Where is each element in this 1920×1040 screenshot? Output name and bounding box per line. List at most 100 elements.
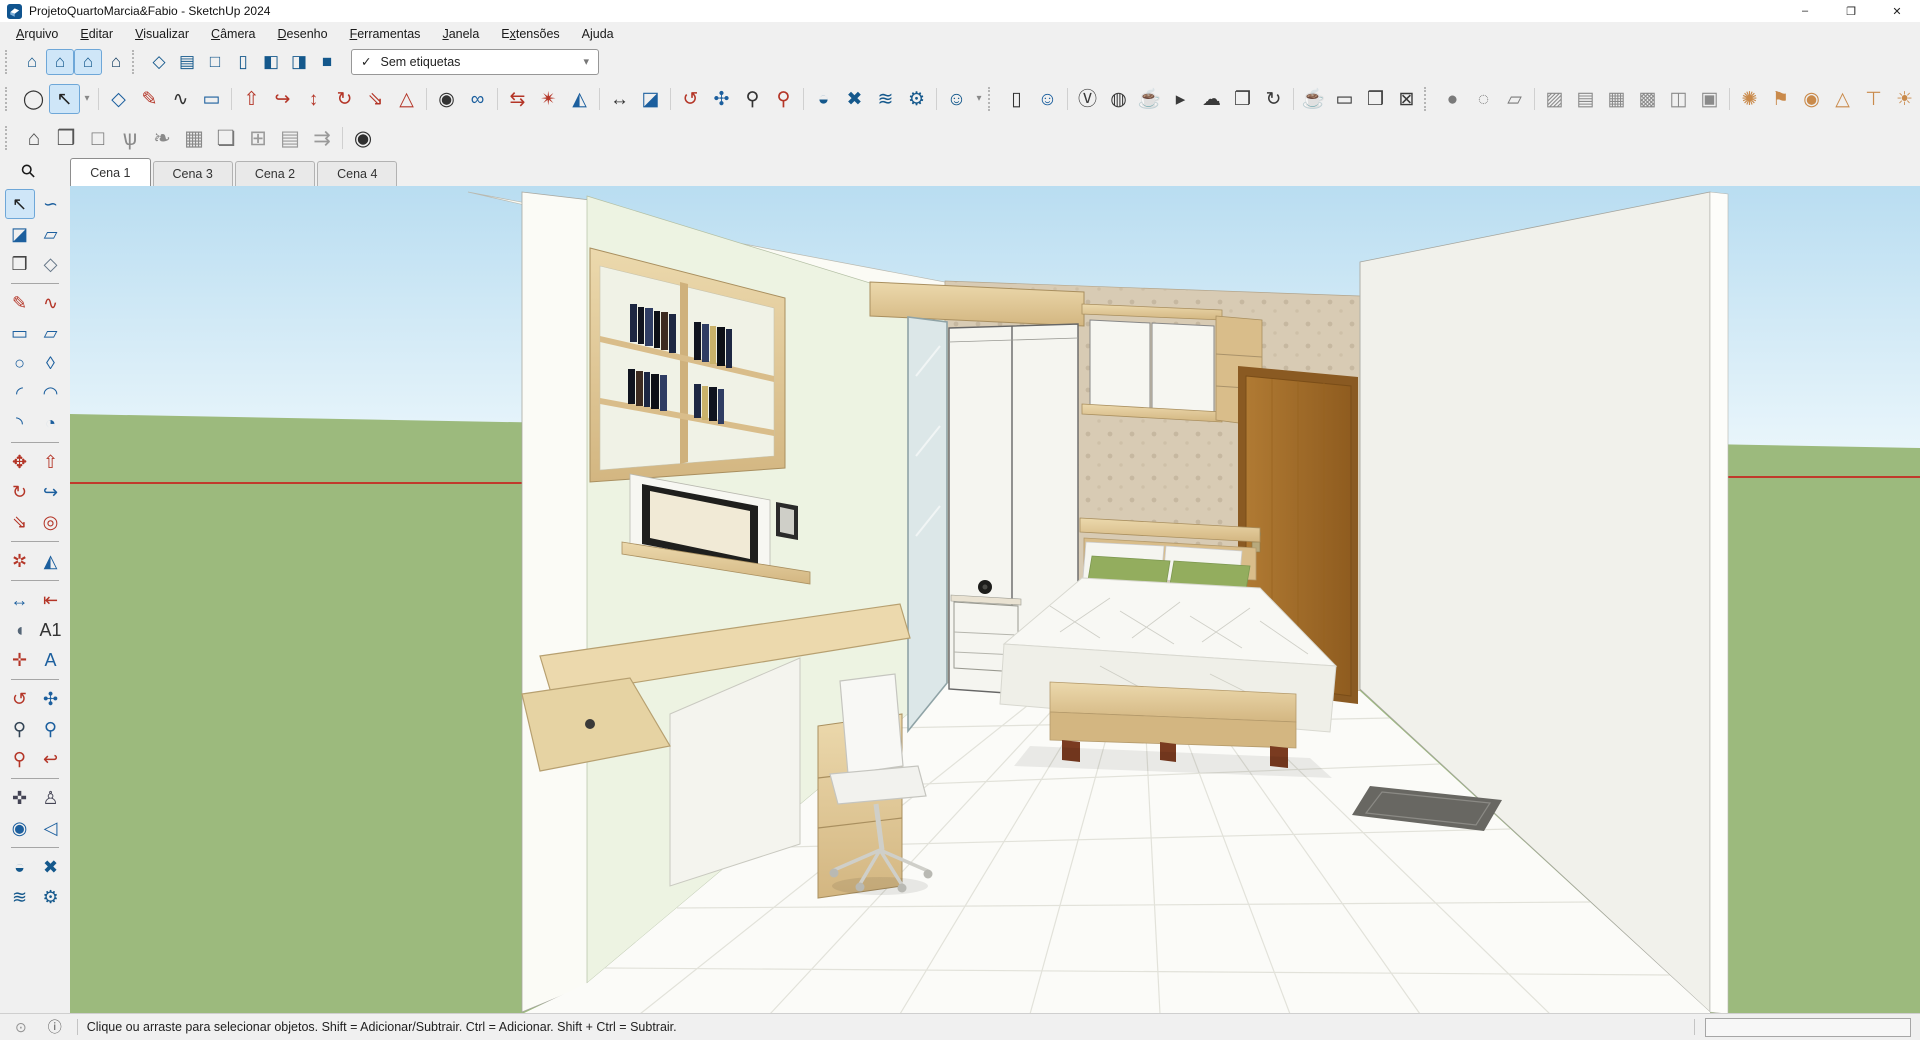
vray-frame-buffer-button[interactable]: ❐ bbox=[1227, 84, 1258, 114]
menu-item[interactable]: Janela bbox=[431, 25, 490, 43]
menu-item[interactable]: Editar bbox=[69, 25, 124, 43]
rotate-tool[interactable]: ↻ bbox=[5, 477, 35, 507]
arc-tool[interactable]: ◜ bbox=[5, 378, 35, 408]
menu-item[interactable]: Câmera bbox=[200, 25, 266, 43]
3d-text-tool[interactable]: A bbox=[36, 645, 66, 675]
vray-interactive-render-button[interactable]: ▸ bbox=[1165, 84, 1196, 114]
info-icon[interactable]: ⓘ bbox=[42, 1016, 68, 1038]
view-top-button[interactable]: ⌂ bbox=[46, 49, 74, 75]
lasso-select-tool[interactable]: ∽ bbox=[36, 189, 66, 219]
rectangle-tool[interactable]: ▭ bbox=[196, 84, 227, 114]
extension-mirror-tool[interactable]: ✖ bbox=[36, 852, 66, 882]
select-tool[interactable]: ↖ bbox=[5, 189, 35, 219]
add-collaborator-button[interactable]: ☺ bbox=[1032, 84, 1063, 114]
zoom-extents-tool[interactable]: ⚲ bbox=[768, 84, 799, 114]
account-caret[interactable]: ▾ bbox=[972, 84, 986, 114]
style-wireframe-button[interactable]: □ bbox=[201, 49, 229, 75]
flip-tool[interactable]: ⇆ bbox=[502, 84, 533, 114]
vray-cloud-button[interactable]: ☁ bbox=[1196, 84, 1227, 114]
account-button[interactable]: ☺ bbox=[941, 84, 972, 114]
vray-fur-button[interactable]: ▤ bbox=[1570, 84, 1601, 114]
search-model-button[interactable]: ◯ bbox=[18, 84, 49, 114]
view-iso-button[interactable]: ⌂ bbox=[102, 49, 130, 75]
follow-me-tool[interactable]: ↪ bbox=[267, 84, 298, 114]
pie-tool[interactable]: ◔ bbox=[36, 408, 66, 438]
flip-face-tool[interactable]: ❏ bbox=[210, 123, 242, 153]
position-camera-tool[interactable]: ✜ bbox=[5, 783, 35, 813]
tag-tool[interactable]: ◇ bbox=[36, 249, 66, 279]
text-tool[interactable]: A1 bbox=[36, 615, 66, 645]
eraser-tool[interactable]: ▱ bbox=[36, 219, 66, 249]
zoom-window-tool[interactable]: ⚲ bbox=[36, 714, 66, 744]
rotated-rectangle-tool[interactable]: ▱ bbox=[36, 318, 66, 348]
toolbar-grip[interactable] bbox=[1424, 87, 1433, 111]
toolbar-grip[interactable] bbox=[5, 87, 14, 111]
zoom-extents-tool[interactable]: ⚲ bbox=[5, 744, 35, 774]
style-hidden-line-button[interactable]: ▯ bbox=[229, 49, 257, 75]
scene-tab[interactable]: Cena 3 bbox=[153, 161, 233, 186]
vray-render-button[interactable]: ☕ bbox=[1134, 84, 1165, 114]
wire-box-tool[interactable]: □ bbox=[82, 123, 114, 153]
walkthrough-tool[interactable]: ∞ bbox=[462, 84, 493, 114]
vray-dashed-circle-button[interactable]: ◌ bbox=[1468, 84, 1499, 114]
box-tool[interactable]: ❒ bbox=[50, 123, 82, 153]
scene-tab[interactable]: Cena 1 bbox=[70, 158, 150, 186]
vray-plane-button[interactable]: ▱ bbox=[1499, 84, 1530, 114]
style-xray-button[interactable]: ◇ bbox=[145, 49, 173, 75]
orbit-tool[interactable]: ↺ bbox=[5, 684, 35, 714]
toolbar-grip[interactable] bbox=[988, 87, 997, 111]
tag-filter-dropdown[interactable]: ✓ Sem etiquetas ▾ bbox=[351, 49, 599, 75]
restore-button[interactable]: ❐ bbox=[1828, 0, 1874, 22]
components-tool[interactable]: ❒ bbox=[5, 249, 35, 279]
extension-globe-button[interactable]: ◒ bbox=[808, 84, 839, 114]
zoom-tool[interactable]: ⚲ bbox=[737, 84, 768, 114]
measurements-input[interactable] bbox=[1705, 1018, 1911, 1037]
toolbar-grip[interactable] bbox=[132, 50, 141, 74]
extension-settings-button[interactable]: ⚙ bbox=[901, 84, 932, 114]
scale-tool[interactable]: ⇘ bbox=[5, 507, 35, 537]
tape-measure-tool[interactable]: ↔ bbox=[604, 84, 635, 114]
line-tool[interactable]: ✎ bbox=[134, 84, 165, 114]
solid-union-tool[interactable]: ✲ bbox=[5, 546, 35, 576]
move-array-tool[interactable]: ⇉ bbox=[306, 123, 338, 153]
dimension-tool[interactable]: ⇤ bbox=[36, 585, 66, 615]
extension-settings-tool[interactable]: ⚙ bbox=[36, 882, 66, 912]
push-pull-tool[interactable]: ⇧ bbox=[236, 84, 267, 114]
zoom-tool[interactable]: ⚲ bbox=[5, 714, 35, 744]
scene-tab[interactable]: Cena 4 bbox=[317, 161, 397, 186]
vray-displacement-button[interactable]: ▦ bbox=[1601, 84, 1632, 114]
extension-globe-tool[interactable]: ◒ bbox=[5, 852, 35, 882]
scene-tab[interactable]: Cena 2 bbox=[235, 161, 315, 186]
roof-tool[interactable]: ⌂ bbox=[18, 123, 50, 153]
grid-fill-tool[interactable]: ▦ bbox=[178, 123, 210, 153]
pan-tool[interactable]: ✣ bbox=[36, 684, 66, 714]
view-front-button[interactable]: ⌂ bbox=[74, 49, 102, 75]
toolbar-grip[interactable] bbox=[5, 126, 14, 150]
minimize-button[interactable]: – bbox=[1782, 0, 1828, 22]
orbit-tool[interactable]: ↺ bbox=[675, 84, 706, 114]
menu-item[interactable]: Ajuda bbox=[571, 25, 625, 43]
vray-spot-light-button[interactable]: ⚑ bbox=[1765, 84, 1796, 114]
vray-vfb-window-button[interactable]: ▭ bbox=[1329, 84, 1360, 114]
solid-tools-button[interactable]: ◭ bbox=[36, 546, 66, 576]
soften-edges-tool[interactable]: ✴ bbox=[533, 84, 564, 114]
extension-layers-tool[interactable]: ≋ bbox=[5, 882, 35, 912]
vray-batch-render-button[interactable]: ☕ bbox=[1298, 84, 1329, 114]
toolbar-grip[interactable] bbox=[5, 50, 14, 74]
glass-sliding-door[interactable] bbox=[908, 317, 947, 731]
menu-item[interactable]: Desenho bbox=[267, 25, 339, 43]
select-caret[interactable]: ▾ bbox=[80, 84, 94, 114]
move-tool[interactable]: ✥ bbox=[5, 447, 35, 477]
solid-tools-button[interactable]: ◭ bbox=[564, 84, 595, 114]
move-tool[interactable]: ↕ bbox=[298, 84, 329, 114]
pan-tool[interactable]: ✣ bbox=[706, 84, 737, 114]
model-scene[interactable] bbox=[70, 186, 1920, 1014]
circle-tool[interactable]: ○ bbox=[5, 348, 35, 378]
scale-tool[interactable]: ⇘ bbox=[360, 84, 391, 114]
left-wall-outer-edge[interactable] bbox=[522, 192, 590, 1012]
menu-item[interactable]: Extensões bbox=[490, 25, 570, 43]
paint-bucket-tool[interactable]: ◪ bbox=[5, 219, 35, 249]
look-around-tool[interactable]: ◉ bbox=[431, 84, 462, 114]
vray-asset-editor-button[interactable]: ◍ bbox=[1103, 84, 1134, 114]
extension-layers-button[interactable]: ≋ bbox=[870, 84, 901, 114]
